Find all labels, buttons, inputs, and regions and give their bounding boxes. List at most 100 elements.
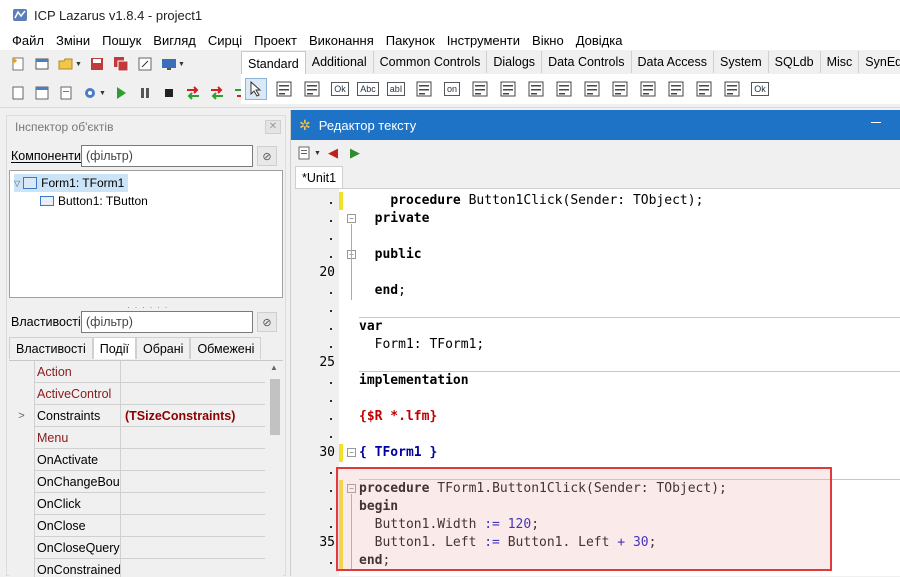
stop-icon[interactable] <box>159 83 179 103</box>
unit-list-chevron-down-icon[interactable]: ▼ <box>314 150 321 157</box>
property-row[interactable]: OnCloseQuery <box>9 537 265 559</box>
tlabel-icon[interactable]: Abc <box>357 78 379 100</box>
tedit-icon[interactable]: abI <box>385 78 407 100</box>
properties-filter-input[interactable] <box>81 311 253 333</box>
clear-filter-icon[interactable]: ⊘ <box>257 146 277 166</box>
tree-item-button1[interactable]: Button1: TButton <box>40 192 148 210</box>
inspector-tab[interactable]: Події <box>92 337 136 359</box>
code-line[interactable]: end; <box>359 282 406 300</box>
menu-item[interactable]: Зміни <box>50 33 96 48</box>
tbutton-icon[interactable]: Ok <box>329 78 351 100</box>
tree-item-form1[interactable]: ▽ Form1: TForm1 <box>14 174 129 192</box>
property-row[interactable]: OnActivate <box>9 449 265 471</box>
tradiogroup-icon[interactable] <box>637 78 659 100</box>
palette-tab[interactable]: Standard <box>241 51 306 75</box>
palette-tab[interactable]: Common Controls <box>373 51 488 73</box>
back-arrow-icon[interactable]: ◀ <box>324 144 342 162</box>
tmemo-icon[interactable] <box>413 78 435 100</box>
property-row[interactable]: Action <box>9 361 265 383</box>
components-filter-input[interactable] <box>81 145 253 167</box>
property-row[interactable]: OnClose <box>9 515 265 537</box>
palette-tab[interactable]: Dialogs <box>487 51 543 73</box>
property-value[interactable] <box>121 361 265 382</box>
code-line[interactable]: procedure Button1Click(Sender: TObject); <box>359 192 703 210</box>
save-all-icon[interactable] <box>111 54 131 74</box>
tactionlist-icon[interactable]: Ok <box>749 78 771 100</box>
property-value[interactable] <box>121 427 265 448</box>
unit-list-icon[interactable] <box>295 144 313 162</box>
tradiobutton-icon[interactable] <box>497 78 519 100</box>
palette-tab[interactable]: Data Controls <box>542 51 632 73</box>
palette-tab[interactable]: Additional <box>305 51 374 73</box>
code-line[interactable]: Form1: TForm1; <box>359 336 485 354</box>
property-value[interactable] <box>121 515 265 536</box>
palette-tab[interactable]: SynEdit <box>859 51 900 73</box>
property-row[interactable]: > Constraints (TSizeConstraints) <box>9 405 265 427</box>
menu-item[interactable]: Вигляд <box>147 33 202 48</box>
property-row[interactable]: OnConstrainedR <box>9 559 265 577</box>
new-form2-icon[interactable] <box>56 83 76 103</box>
clear-filter-icon[interactable]: ⊘ <box>257 312 277 332</box>
build-dropdown-chevron-down-icon[interactable]: ▼ <box>99 90 106 97</box>
tgroupbox-icon[interactable] <box>609 78 631 100</box>
menu-item[interactable]: Довідка <box>570 33 629 48</box>
property-row[interactable]: OnChangeBoun <box>9 471 265 493</box>
new-unit-icon[interactable]: ✦ <box>8 54 28 74</box>
code-line[interactable]: {$R *.lfm} <box>359 408 437 426</box>
save-icon[interactable] <box>87 54 107 74</box>
open-dropdown-chevron-down-icon[interactable]: ▼ <box>75 61 82 68</box>
open-icon[interactable] <box>56 54 76 74</box>
code-line[interactable]: implementation <box>359 372 469 390</box>
tlistbox-icon[interactable] <box>525 78 547 100</box>
pause-icon[interactable] <box>135 83 155 103</box>
property-grid-scrollbar[interactable]: ▲ <box>267 361 283 577</box>
menu-item[interactable]: Проект <box>248 33 303 48</box>
view-dropdown-chevron-down-icon[interactable]: ▼ <box>178 61 185 68</box>
tcheckgroup-icon[interactable] <box>665 78 687 100</box>
menu-item[interactable]: Файл <box>6 33 50 48</box>
menu-item[interactable]: Виконання <box>303 33 380 48</box>
ttogglebox-icon[interactable]: on <box>441 78 463 100</box>
property-row[interactable]: ActiveControl <box>9 383 265 405</box>
forward-arrow-icon[interactable]: ▶ <box>346 144 364 162</box>
fold-toggle-icon[interactable]: − <box>347 448 356 457</box>
view-units-icon[interactable] <box>8 83 28 103</box>
menu-item[interactable]: Пошук <box>96 33 147 48</box>
property-value[interactable] <box>121 493 265 514</box>
tab-unit1[interactable]: *Unit1 <box>295 166 344 188</box>
menu-item[interactable]: Сирці <box>202 33 248 48</box>
run-play-icon[interactable] <box>111 83 131 103</box>
code-line[interactable]: { TForm1 } <box>359 444 437 462</box>
toggle-form-unit-icon[interactable] <box>135 54 155 74</box>
inspector-tab[interactable]: Обмежені <box>190 337 262 359</box>
code-line[interactable]: var <box>359 318 382 336</box>
property-value[interactable] <box>121 471 265 492</box>
component-tree[interactable]: ▽ Form1: TForm1 Button1: TButton <box>9 170 283 298</box>
inspector-tab[interactable]: Властивості <box>9 337 93 359</box>
tpanel-icon[interactable] <box>693 78 715 100</box>
code-line[interactable]: public <box>359 246 422 264</box>
new-form-icon[interactable] <box>32 54 52 74</box>
property-row[interactable]: Menu <box>9 427 265 449</box>
build-mode-gear-icon[interactable] <box>80 83 100 103</box>
palette-tab[interactable]: SQLdb <box>768 51 821 73</box>
step-over-icon[interactable] <box>207 83 227 103</box>
property-value[interactable]: (TSizeConstraints) <box>121 405 265 426</box>
tmainmenu-icon[interactable] <box>273 78 295 100</box>
tscrollbar-icon[interactable] <box>581 78 603 100</box>
property-row[interactable]: OnClick <box>9 493 265 515</box>
menu-item[interactable]: Інструменти <box>441 33 526 48</box>
palette-tab[interactable]: Misc <box>820 51 860 73</box>
tframe-icon[interactable] <box>721 78 743 100</box>
inspector-tab[interactable]: Обрані <box>135 337 191 359</box>
property-value[interactable] <box>121 449 265 470</box>
scrollbar-thumb[interactable] <box>270 379 280 435</box>
code-line[interactable]: private <box>359 210 430 228</box>
menu-item[interactable]: Пакунок <box>380 33 441 48</box>
step-into-icon[interactable] <box>183 83 203 103</box>
menu-item[interactable]: Вікно <box>526 33 570 48</box>
view-forms2-icon[interactable] <box>32 83 52 103</box>
expand-chevron-icon[interactable]: ▽ <box>14 179 20 188</box>
pointer-icon[interactable] <box>245 78 267 100</box>
tpopupmenu-icon[interactable] <box>301 78 323 100</box>
